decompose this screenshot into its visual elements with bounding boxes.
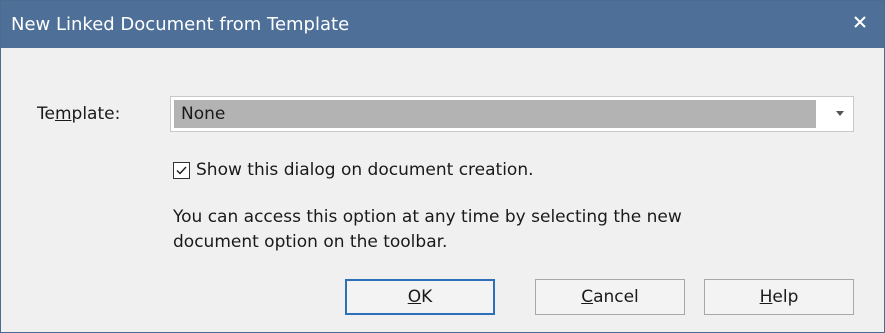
info-text: You can access this option at any time b…	[173, 205, 833, 255]
show-dialog-checkbox[interactable]	[173, 161, 190, 179]
help-button[interactable]: Help	[704, 279, 854, 315]
template-dropdown-selection: None	[174, 100, 816, 128]
template-dropdown-value: None	[181, 104, 226, 124]
ok-button-label: K	[421, 287, 433, 307]
cancel-button-label: ancel	[593, 287, 639, 307]
help-button-mnemonic: H	[759, 287, 773, 307]
chevron-down-icon[interactable]	[836, 111, 844, 116]
title-bar: New Linked Document from Template	[1, 1, 884, 48]
info-line-1: You can access this option at any time b…	[173, 207, 682, 227]
template-label-suffix: plate:	[71, 104, 121, 124]
close-icon	[853, 14, 867, 33]
dialog-title: New Linked Document from Template	[11, 14, 350, 35]
cancel-button-mnemonic: C	[581, 287, 594, 307]
template-label-prefix: Te	[37, 104, 55, 124]
show-dialog-checkbox-label: Show this dialog on document creation.	[196, 160, 534, 180]
info-line-2: document option on the toolbar.	[173, 232, 448, 252]
ok-button-mnemonic: O	[407, 287, 422, 307]
checkmark-icon	[176, 166, 187, 175]
template-label-mnemonic: m	[54, 104, 72, 124]
ok-button[interactable]: OK	[345, 279, 495, 315]
show-dialog-option[interactable]: Show this dialog on document creation.	[173, 159, 534, 181]
template-dropdown[interactable]: None	[170, 96, 854, 132]
new-linked-document-dialog: New Linked Document from Template Templa…	[0, 0, 885, 333]
cancel-button[interactable]: Cancel	[535, 279, 685, 315]
help-button-label: elp	[772, 287, 799, 307]
template-label: Template:	[37, 104, 120, 124]
close-button[interactable]	[844, 7, 876, 39]
